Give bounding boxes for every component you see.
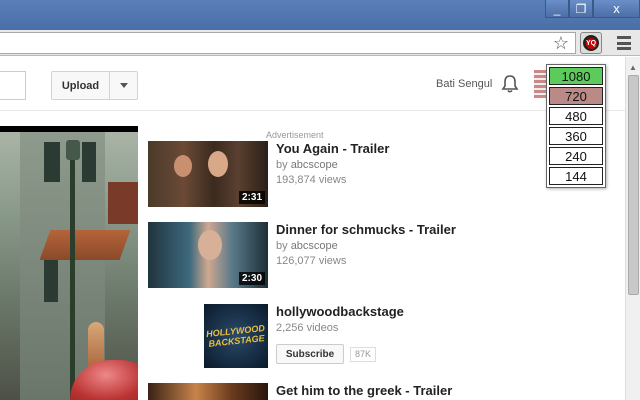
window-titlebar: _ ❐ x [0,0,640,30]
advertisement-label: Advertisement [266,130,324,140]
minimize-button[interactable]: _ [545,0,569,18]
scroll-up-icon[interactable]: ▲ [629,63,637,72]
thumbnail-face [174,155,192,177]
address-bar[interactable]: ☆ [0,32,576,54]
subscribe-button[interactable]: Subscribe [276,344,344,364]
scene-window [82,142,96,182]
thumbnail-face [208,151,228,177]
channel-title[interactable]: hollywoodbackstage [276,304,404,319]
upload-button-group: Upload [51,71,138,100]
list-item[interactable]: 2:30 Dinner for schmucks - Trailer by ab… [148,222,488,288]
video-duration: 2:30 [238,272,265,285]
video-duration: 2:31 [238,191,265,204]
upload-button[interactable]: Upload [52,72,110,99]
subscriber-count: 87K [350,347,377,362]
menu-bar-icon [617,41,631,45]
channel-link[interactable]: abcscope [291,159,338,171]
channel-avatar[interactable]: HOLLYWOOD BACKSTAGE [204,304,268,368]
list-item[interactable]: 2:31 You Again - Trailer by abcscope 193… [148,141,488,207]
notification-bell-icon[interactable] [500,74,520,94]
quality-option-360[interactable]: 360 [549,127,603,145]
quality-option-240[interactable]: 240 [549,147,603,165]
video-frame [0,132,138,400]
video-views: 126,077 views [276,255,347,267]
video-title[interactable]: Dinner for schmucks - Trailer [276,222,456,237]
video-player[interactable] [0,126,138,400]
extension-splat-icon: YQ [583,35,599,51]
scene-window [44,142,60,182]
menu-bar-icon [617,36,631,39]
browser-toolbar: ☆ YQ [0,30,640,56]
channel-link[interactable]: abcscope [291,240,338,252]
quality-option-480[interactable]: 480 [549,107,603,125]
scene-lamppost [70,142,75,400]
channel-item[interactable]: HOLLYWOOD BACKSTAGE hollywoodbackstage 2… [148,304,488,370]
upload-dropdown-button[interactable] [110,72,137,99]
restore-button[interactable]: ❐ [569,0,593,18]
search-input[interactable] [0,71,26,100]
video-thumbnail[interactable] [148,383,268,400]
channel-logo-text: HOLLYWOOD BACKSTAGE [205,322,266,349]
chevron-down-icon [119,83,128,88]
quality-option-720[interactable]: 720 [549,87,603,105]
account-name[interactable]: Bati Sengul [436,78,492,90]
scene-sign [108,182,138,224]
quality-option-144[interactable]: 144 [549,167,603,185]
extension-badge: YQ [585,37,597,49]
video-title[interactable]: You Again - Trailer [276,141,389,156]
quality-extension-button[interactable]: YQ [580,32,602,54]
page-masthead: Upload [0,57,625,111]
by-prefix: by [276,159,288,171]
scene-awning [39,230,131,260]
menu-bar-icon [617,47,631,50]
page-scrollbar[interactable]: ▲ [625,57,640,400]
list-item[interactable]: Get him to the greek - Trailer [148,383,488,400]
video-thumbnail[interactable]: 2:30 [148,222,268,288]
chrome-menu-button[interactable] [614,34,634,52]
channel-video-count: 2,256 videos [276,322,339,334]
scene-lamp [66,140,80,160]
scroll-thumb[interactable] [628,75,639,295]
by-prefix: by [276,240,288,252]
video-thumbnail[interactable]: 2:31 [148,141,268,207]
thumbnail-face [198,230,222,260]
quality-dropdown: 1080 720 480 360 240 144 [546,64,606,188]
close-button[interactable]: x [593,0,640,18]
video-views: 193,874 views [276,174,347,186]
video-channel: by abcscope [276,240,338,252]
video-channel: by abcscope [276,159,338,171]
quality-option-1080[interactable]: 1080 [549,67,603,85]
video-title[interactable]: Get him to the greek - Trailer [276,383,452,398]
bookmark-star-icon[interactable]: ☆ [553,33,569,53]
